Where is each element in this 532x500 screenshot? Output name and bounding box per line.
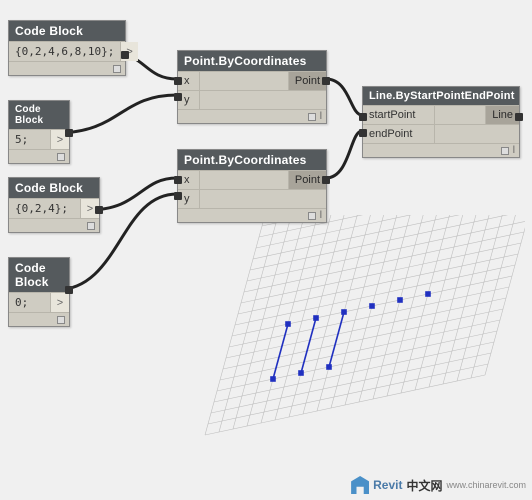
node-code-block-3[interactable]: Code Block {0,2,4}; > [8,177,100,233]
lacing-icon[interactable]: l [320,111,322,122]
input-port-y[interactable] [174,192,182,200]
code-text[interactable]: {0,2,4}; [9,199,81,218]
node-title: Code Block [9,258,69,292]
lacing-icon[interactable]: l [513,145,515,156]
node-code-block-4[interactable]: Code Block 0; > [8,257,70,327]
input-port-x[interactable] [174,176,182,184]
node-title: Code Block [9,21,125,41]
watermark: Revit 中文网 www.chinarevit.com [351,476,526,494]
input-port-y[interactable] [174,93,182,101]
node-footer [9,61,125,75]
code-text[interactable]: 0; [9,293,51,312]
node-footer: l [178,109,326,123]
node-point-bycoordinates-1[interactable]: Point.ByCoordinates x Point y l [177,50,327,124]
lacing-icon[interactable]: l [320,210,322,221]
watermark-url: www.chinarevit.com [446,480,526,490]
output-port[interactable] [65,286,73,294]
preview-toggle[interactable] [308,212,316,220]
node-title: Code Block [9,178,99,198]
input-endpoint-label[interactable]: endPoint [363,125,435,143]
preview-toggle[interactable] [113,65,121,73]
node-footer [9,312,69,326]
node-footer: l [363,143,519,157]
output-port[interactable] [515,113,523,121]
node-footer: l [178,208,326,222]
output-port[interactable] [322,176,330,184]
node-title: Code Block [9,101,69,129]
node-point-bycoordinates-2[interactable]: Point.ByCoordinates x Point y l [177,149,327,223]
output-point-label[interactable]: Point [289,72,326,90]
preview-toggle[interactable] [308,113,316,121]
code-text[interactable]: 5; [9,130,51,149]
node-title: Point.ByCoordinates [178,51,326,71]
input-startpoint-label[interactable]: startPoint [363,106,435,124]
preview-toggle[interactable] [87,222,95,230]
geometry-preview-3d[interactable] [165,215,525,485]
output-port[interactable] [322,77,330,85]
watermark-jp: 中文网 [406,477,442,494]
node-title: Point.ByCoordinates [178,150,326,170]
output-point-label[interactable]: Point [289,171,326,189]
input-port-start[interactable] [359,113,367,121]
node-footer [9,218,99,232]
input-port-end[interactable] [359,129,367,137]
preview-toggle[interactable] [501,147,509,155]
output-port[interactable] [95,206,103,214]
revit-logo-icon [351,476,369,494]
node-code-block-1[interactable]: Code Block {0,2,4,6,8,10}; > [8,20,126,76]
node-footer [9,149,69,163]
preview-toggle[interactable] [57,316,65,324]
preview-toggle[interactable] [57,153,65,161]
output-port[interactable] [121,51,129,59]
node-code-block-2[interactable]: Code Block 5; > [8,100,70,164]
input-port-x[interactable] [174,77,182,85]
watermark-brand: Revit [373,478,402,492]
code-text[interactable]: {0,2,4,6,8,10}; [9,42,121,61]
output-port-chevron[interactable]: > [51,293,69,312]
node-title: Line.ByStartPointEndPoint [363,87,519,105]
node-line-bystartpointendpoint[interactable]: Line.ByStartPointEndPoint startPoint Lin… [362,86,520,158]
output-port[interactable] [65,129,73,137]
